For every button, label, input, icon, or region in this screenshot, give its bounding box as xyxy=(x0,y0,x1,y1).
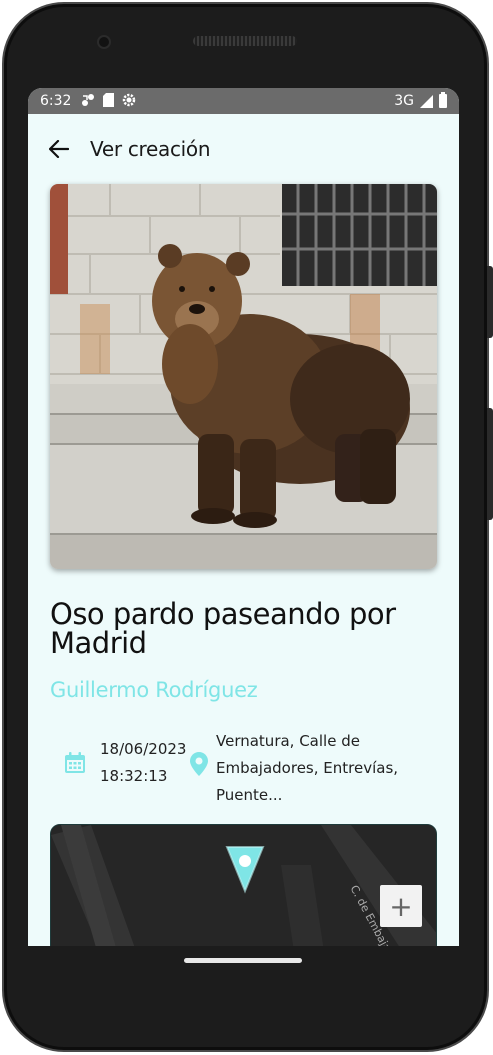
home-gesture-bar[interactable] xyxy=(184,958,302,963)
arrow-left-icon xyxy=(49,140,69,158)
app-bar: Ver creación xyxy=(28,114,459,184)
creation-title: Oso pardo paseando por Madrid xyxy=(50,597,396,660)
creation-meta: 18/06/2023 18:32:13 Vernatura, Calle de … xyxy=(64,726,444,806)
location-map[interactable]: C. de Embajadores + xyxy=(50,824,437,946)
earpiece-speaker xyxy=(193,36,297,46)
app-screen: 6:32 3G Ver creación Oso pardo paseando … xyxy=(28,88,459,946)
creation-image xyxy=(50,184,437,569)
network-type: 3G xyxy=(394,93,414,109)
settings-gear-icon xyxy=(122,93,136,110)
back-button[interactable] xyxy=(46,136,72,162)
sync-icon xyxy=(81,93,95,110)
volume-button xyxy=(487,408,493,520)
creation-date: 18/06/2023 xyxy=(100,740,187,758)
page-title: Ver creación xyxy=(90,137,211,161)
status-bar: 6:32 3G xyxy=(28,88,459,114)
creation-time: 18:32:13 xyxy=(100,767,168,785)
map-zoom-in-button[interactable]: + xyxy=(380,885,422,927)
status-time: 6:32 xyxy=(40,93,72,109)
front-camera xyxy=(97,35,111,49)
calendar-icon xyxy=(65,752,85,773)
creation-location: Vernatura, Calle de Embajadores, Entreví… xyxy=(216,732,399,804)
location-pin-icon xyxy=(190,752,208,776)
creation-datetime: 18/06/2023 18:32:13 xyxy=(100,736,186,790)
signal-icon xyxy=(420,94,433,108)
sd-card-icon xyxy=(103,92,115,110)
battery-icon xyxy=(439,92,447,108)
creation-author[interactable]: Guillermo Rodríguez xyxy=(50,678,258,702)
power-button xyxy=(487,266,493,338)
system-navigation-bar xyxy=(28,946,459,1006)
